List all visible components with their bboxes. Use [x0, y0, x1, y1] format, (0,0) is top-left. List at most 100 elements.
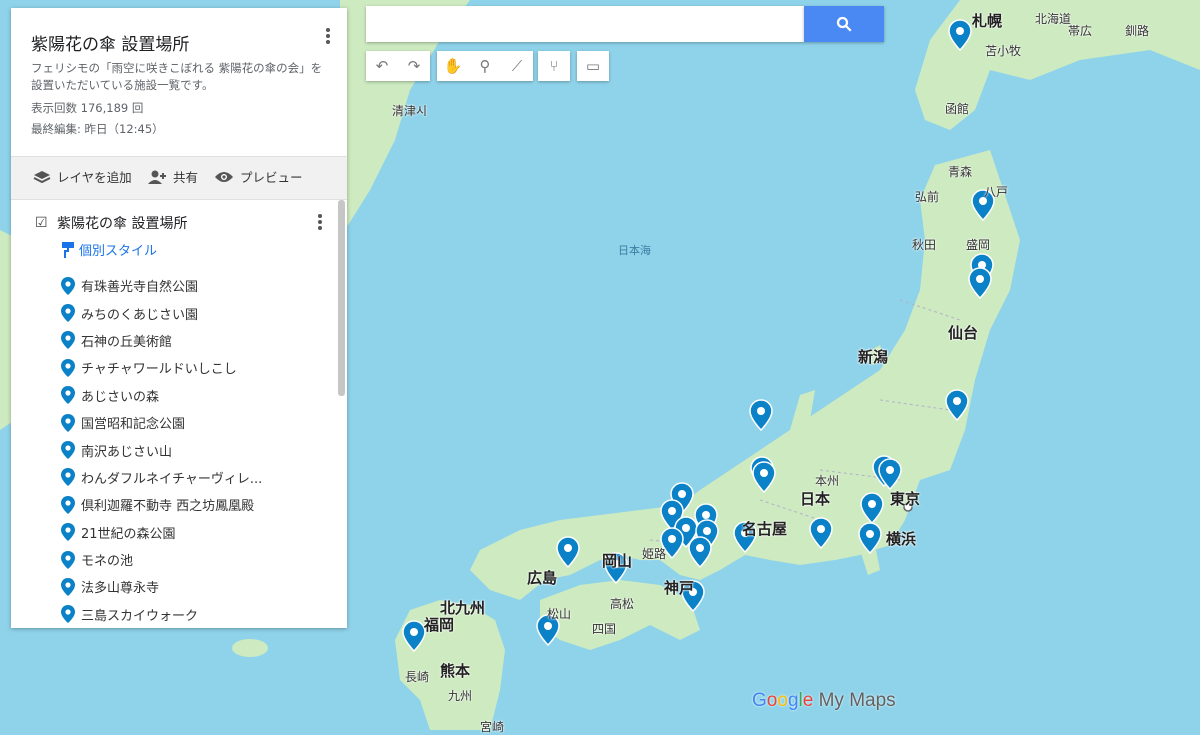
map-place-label: 帯広 [1068, 24, 1093, 38]
search-input[interactable] [366, 6, 804, 42]
share-button[interactable]: 共有 [147, 167, 198, 186]
history-tools: ↶ ↷ [366, 51, 430, 81]
map-pin-icon [61, 468, 75, 487]
directions-icon[interactable]: ⑂ [538, 51, 570, 81]
map-place-label: 広島 [527, 569, 558, 587]
map-place-label: 熊本 [440, 662, 471, 680]
map-pin-icon [61, 441, 75, 460]
map-pin-icon [61, 577, 75, 596]
map-place-label: 日本 [800, 490, 831, 508]
map-pin-icon [61, 276, 75, 295]
map-side-panel: 紫陽花の傘 設置場所 フェリシモの「雨空に咲きこぼれる 紫陽花の傘の会」を設置い… [11, 8, 347, 628]
place-list-item[interactable]: 法多山尊永寺 [61, 573, 262, 600]
place-list: 有珠善光寺自然公園 みちのくあじさい園 石神の丘美術館チャチャワールドいしこし あじさ… [61, 272, 262, 628]
map-place-label: 秋田 [912, 238, 937, 252]
line-icon[interactable]: ⟋ [501, 51, 533, 81]
individual-style-link[interactable]: 個別スタイル [61, 240, 157, 259]
undo-icon[interactable]: ↶ [366, 51, 398, 81]
map-place-label: 新潟 [858, 348, 889, 366]
map-place-label: 名古屋 [742, 520, 788, 538]
place-list-item[interactable]: モネの池 [61, 546, 262, 573]
place-list-item[interactable]: 南沢あじさい山 [61, 436, 262, 463]
google-my-maps-logo: Google My Maps [752, 690, 896, 711]
map-pin-icon [61, 495, 75, 514]
preview-button[interactable]: プレビュー [214, 167, 303, 186]
place-list-item[interactable]: 倶利迦羅不動寺 西之坊鳳凰殿 [61, 491, 262, 518]
place-list-item[interactable]: チャチャワールドいしこし [61, 354, 262, 381]
place-list-item[interactable]: みちのくあじさい園 [61, 299, 262, 326]
place-list-item[interactable]: 有珠善光寺自然公園 [61, 272, 262, 299]
view-count: 表示回数 176,189 回 [31, 101, 144, 115]
place-name: モネの池 [81, 554, 134, 570]
layer-checkbox[interactable]: ☑ [35, 215, 48, 231]
individual-style-label: 個別スタイル [79, 244, 158, 259]
map-place-label: 横浜 [886, 530, 917, 548]
map-pin-icon [61, 413, 75, 432]
place-name: 法多山尊永寺 [81, 581, 160, 597]
map-place-label: 日本海 [618, 244, 651, 257]
place-list-item[interactable]: わんダフルネイチャーヴィレ... [61, 464, 262, 491]
map-place-label: 八戸 [984, 185, 1009, 199]
map-pin-icon [61, 304, 75, 323]
hand-icon[interactable]: ✋ [437, 51, 469, 81]
eye-icon [215, 171, 233, 182]
place-name: 三島スカイウォーク [81, 608, 199, 624]
ruler-tools: ▭ [577, 51, 609, 81]
add-person-icon [148, 170, 166, 184]
search-button[interactable] [804, 6, 884, 42]
map-place-label: 盛岡 [966, 238, 991, 252]
marker-icon[interactable]: ⚲ [469, 51, 501, 81]
place-list-item[interactable]: 石神の丘美術館 [61, 327, 262, 354]
map-place-label: 九州 [448, 689, 473, 703]
map-place-label: 札幌 [972, 12, 1003, 30]
map-place-label: 四国 [592, 622, 617, 636]
place-name: 倶利迦羅不動寺 西之坊鳳凰殿 [81, 499, 255, 515]
layer-options-icon[interactable] [313, 212, 327, 232]
share-label: 共有 [173, 170, 199, 185]
last-edit: 最終編集: 昨日（12:45） [31, 122, 164, 136]
map-place-label: 釧路 [1125, 24, 1150, 38]
layer-section: ☑ 紫陽花の傘 設置場所 個別スタイル 有珠善光寺自然公園 みちのくあじさい園 石神… [11, 200, 347, 628]
place-list-item[interactable]: 三島スカイウォーク [61, 601, 262, 628]
map-place-label: 姫路 [642, 547, 667, 561]
map-place-label: 青森 [948, 165, 973, 179]
map-place-label: 苫小牧 [985, 44, 1022, 58]
place-name: 21世紀の森公園 [81, 526, 176, 542]
map-description: フェリシモの「雨空に咲きこぼれる 紫陽花の傘の会」を設置いただいている施設一覧で… [31, 61, 323, 92]
map-place-label: 東京 [890, 490, 921, 508]
layer-title[interactable]: 紫陽花の傘 設置場所 [57, 213, 187, 233]
add-layer-button[interactable]: レイヤを追加 [33, 167, 132, 186]
panel-scrollbar[interactable] [338, 200, 345, 396]
place-list-item[interactable]: あじさいの森 [61, 382, 262, 409]
map-place-label: 福岡 [424, 616, 455, 634]
place-name: 南沢あじさい山 [81, 444, 173, 460]
place-name: わんダフルネイチャーヴィレ... [81, 471, 263, 487]
redo-icon[interactable]: ↷ [398, 51, 430, 81]
place-name: あじさいの森 [81, 389, 160, 405]
map-place-label: 弘前 [915, 190, 940, 204]
place-list-item[interactable]: 21世紀の森公園 [61, 519, 262, 546]
map-place-label: 長崎 [405, 670, 430, 684]
place-list-item[interactable]: 国営昭和記念公園 [61, 409, 262, 436]
map-place-label: 函館 [945, 102, 970, 116]
layers-icon [33, 170, 51, 183]
map-title[interactable]: 紫陽花の傘 設置場所 [31, 30, 189, 55]
place-name: チャチャワールドいしこし [81, 362, 237, 378]
place-name: みちのくあじさい園 [81, 307, 199, 323]
paint-roller-icon [62, 241, 74, 258]
place-name: 有珠善光寺自然公園 [81, 280, 199, 296]
map-pin-icon [61, 358, 75, 377]
map-pin-icon [61, 331, 75, 350]
map-pin-icon [61, 605, 75, 624]
preview-label: プレビュー [240, 170, 303, 185]
add-layer-label: レイヤを追加 [57, 170, 132, 185]
place-name: 国営昭和記念公園 [81, 417, 186, 433]
map-options-icon[interactable] [321, 26, 335, 46]
map-place-label: 岡山 [602, 552, 633, 570]
panel-toolbar: レイヤを追加 共有 プレビュー [11, 156, 347, 200]
place-name: 石神の丘美術館 [81, 334, 173, 350]
ruler-icon[interactable]: ▭ [577, 51, 609, 81]
map-place-label: 松山 [547, 607, 572, 621]
map-place-label: 高松 [610, 597, 635, 611]
map-pin-icon [61, 386, 75, 405]
